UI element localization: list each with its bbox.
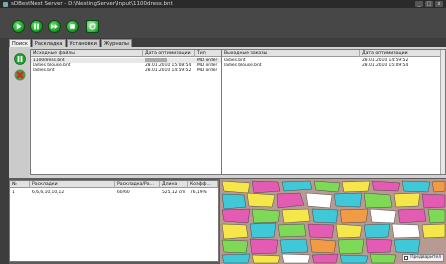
tab-settings[interactable]: Установки [66, 39, 100, 47]
progress-placeholder [145, 58, 167, 62]
file-date: 28.01.2010 14:59:52 [145, 68, 192, 73]
close-button[interactable]: x [435, 1, 443, 7]
main-area: Исходные файлы Дата оптимизации Тип 1100… [9, 47, 446, 178]
col-optimization-date[interactable]: Дата оптимизации [143, 50, 195, 57]
minimize-button[interactable]: _ [415, 1, 423, 7]
layout-coefficient: 76,19% [190, 190, 207, 195]
vertical-scrollbar[interactable] [440, 50, 445, 174]
col-layouts[interactable]: Раскладки [30, 181, 115, 188]
input-files-panel: Исходные файлы Дата оптимизации Тип 1100… [30, 49, 226, 175]
window-title: sDBestNest Server - D:\NestingServer\Inp… [11, 1, 173, 7]
pause-icon [14, 53, 26, 65]
title-bar: sDBestNest Server - D:\NestingServer\Inp… [0, 0, 446, 8]
play-icon [16, 23, 22, 30]
col-number[interactable]: № [10, 181, 30, 188]
nesting-layout-image [220, 179, 446, 264]
stop-icon [70, 24, 75, 29]
fast-forward-icon [51, 23, 58, 30]
bottom-area: № Раскладки Раскладка/Ра... Длина Коэфф.… [9, 178, 446, 264]
toolbar [0, 8, 446, 38]
layout-number: 1 [12, 190, 15, 195]
col-output-orders[interactable]: Выходные заказы [222, 50, 360, 57]
pause-icon [34, 23, 39, 30]
col-layout-ratio[interactable]: Раскладка/Ра... [115, 181, 160, 188]
tab-layout[interactable]: Раскладка [31, 39, 66, 47]
layout-sizes: 6,6,6,10,10,12 [32, 190, 65, 195]
table-row[interactable]: ladies.bnt 28.01.2010 14:59:52 MD order [31, 68, 224, 73]
col-coefficient[interactable]: Коэфф... [188, 181, 218, 188]
refresh-button[interactable] [86, 20, 99, 33]
table-row[interactable]: 1 6,6,6,10,10,12 60/60 525,12 cm 76,19% [10, 190, 218, 195]
output-orders-panel: Выходные заказы Дата оптимизации ladies.… [221, 49, 446, 175]
file-name: ladies.bnt [33, 68, 55, 73]
side-toolbar [9, 47, 29, 178]
side-delete-button[interactable] [14, 69, 26, 81]
preview-checkbox-label: Предварител [410, 255, 441, 260]
input-files-header: Исходные файлы Дата оптимизации Тип [31, 50, 226, 57]
col-source-files[interactable]: Исходные файлы [31, 50, 143, 57]
order-date: 28.01.2010 15:09:54 [362, 63, 409, 68]
layouts-header: № Раскладки Раскладка/Ра... Длина Коэфф.… [10, 181, 218, 188]
side-pause-button[interactable] [14, 53, 26, 65]
refresh-icon [89, 23, 96, 30]
checkbox-icon [404, 255, 409, 260]
play-button[interactable] [12, 20, 25, 33]
col-optimization-date[interactable]: Дата оптимизации [360, 50, 442, 57]
layout-length: 525,12 cm [162, 190, 186, 195]
window-controls: _ □ x [415, 1, 443, 7]
tab-logs[interactable]: Журналы [100, 39, 132, 47]
tab-search[interactable]: Поиск [9, 39, 31, 47]
app-icon [3, 1, 8, 7]
tab-bar: Поиск Раскладка Установки Журналы [9, 39, 133, 47]
order-name: ladies blouse.bnt [224, 63, 262, 68]
layouts-panel: № Раскладки Раскладка/Ра... Длина Коэфф.… [9, 180, 219, 262]
output-orders-header: Выходные заказы Дата оптимизации [222, 50, 445, 57]
col-length[interactable]: Длина [160, 181, 188, 188]
table-row[interactable]: ladies blouse.bnt 28.01.2010 15:09:54 [222, 63, 445, 68]
fast-forward-button[interactable] [48, 20, 61, 33]
layout-ratio: 60/60 [117, 190, 130, 195]
pause-button[interactable] [30, 20, 43, 33]
marker-preview[interactable]: Предварител [220, 179, 446, 264]
stop-button[interactable] [66, 20, 79, 33]
preview-checkbox[interactable]: Предварител [402, 254, 444, 262]
maximize-button[interactable]: □ [425, 1, 433, 7]
delete-icon [14, 69, 26, 81]
